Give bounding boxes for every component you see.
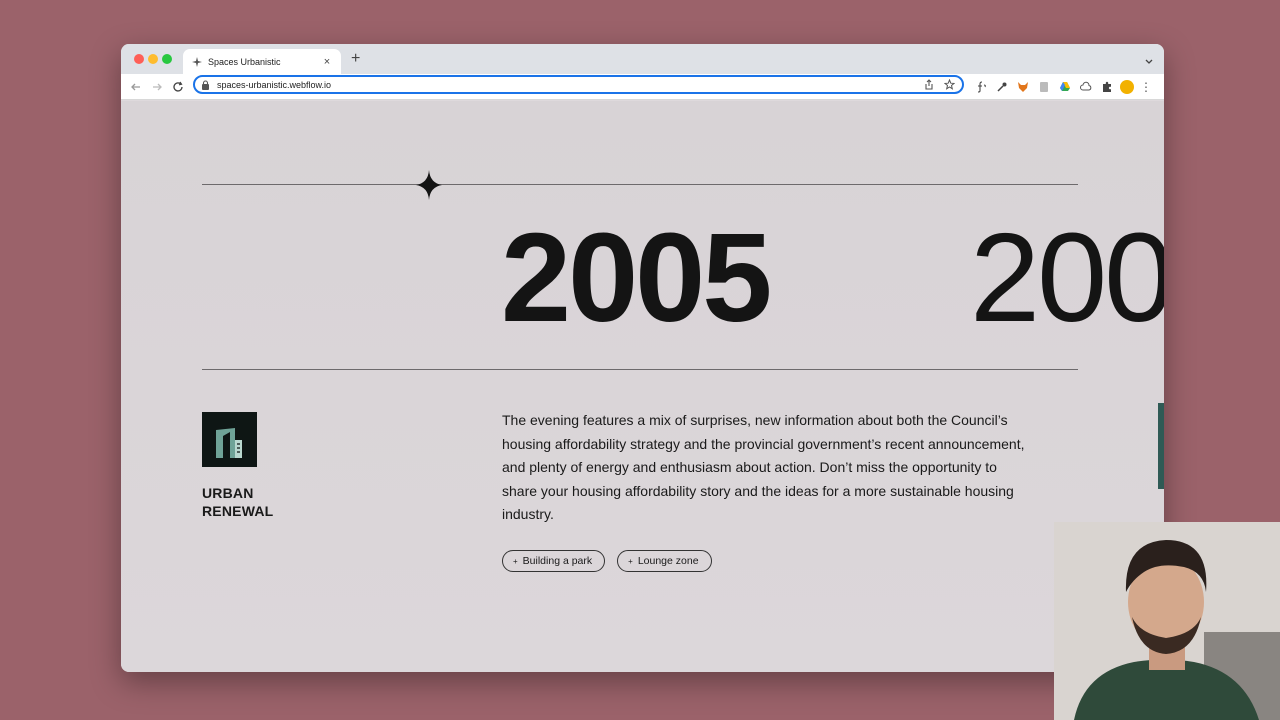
function-extension-icon[interactable] [973,79,988,94]
tab-bar: Spaces Urbanistic × + [121,44,1164,74]
tab-search-icon[interactable] [1144,53,1154,64]
forward-arrow-icon[interactable] [148,78,166,96]
reader-extension-icon[interactable] [1036,79,1051,94]
url-text[interactable]: spaces-urbanistic.webflow.io [217,80,916,90]
close-window-button[interactable] [134,54,144,64]
tag-label: Lounge zone [637,555,699,567]
maximize-window-button[interactable] [162,54,172,64]
puzzle-extension-icon[interactable] [1099,79,1114,94]
tag-lounge-zone[interactable]: + Lounge zone [617,550,712,572]
address-bar[interactable]: spaces-urbanistic.webflow.io [193,75,964,94]
section-title: URBAN RENEWAL [202,485,274,519]
presenter-video [1054,522,1280,720]
browser-toolbar: spaces-urbanistic.webflow.io ⋮ [121,74,1164,100]
building-logo-icon [202,412,257,467]
minimize-window-button[interactable] [148,54,158,64]
new-tab-button[interactable]: + [351,50,360,68]
browser-tab[interactable]: Spaces Urbanistic × [183,49,341,74]
webcam-overlay [1054,522,1280,720]
favicon-icon [191,56,202,67]
year-next[interactable]: 2006 [970,213,1164,343]
drive-extension-icon[interactable] [1057,79,1072,94]
back-arrow-icon[interactable] [127,78,145,96]
extensions-row: ⋮ [973,79,1152,94]
tab-close-icon[interactable]: × [321,56,333,68]
description-text: The evening features a mix of surprises,… [502,412,1025,522]
browser-window: Spaces Urbanistic × + spaces-urbanistic.… [121,44,1164,672]
top-divider [202,184,1078,185]
reload-icon[interactable] [169,78,187,96]
webpage: 2005 2006 URBAN RENEWAL The evening feat… [121,101,1164,672]
fox-extension-icon[interactable] [1015,79,1030,94]
profile-avatar[interactable] [1120,79,1134,94]
cloud-extension-icon[interactable] [1078,79,1093,94]
more-menu-icon[interactable]: ⋮ [1140,80,1152,94]
share-icon[interactable] [922,78,936,92]
lock-icon[interactable] [201,79,211,90]
tag-building-a-park[interactable]: + Building a park [502,550,606,572]
tag-list: + Building a park + Lounge zone [502,550,712,572]
tag-label: Building a park [522,555,593,567]
sparkle-icon [416,170,442,200]
star-icon[interactable] [942,78,956,92]
eyedropper-extension-icon[interactable] [994,79,1009,94]
tab-title: Spaces Urbanistic [208,56,281,67]
bottom-divider [202,369,1078,370]
plus-icon: + [513,556,518,566]
year-current: 2005 [501,207,772,348]
scrollbar-thumb[interactable] [1158,403,1164,489]
plus-icon: + [628,556,633,566]
